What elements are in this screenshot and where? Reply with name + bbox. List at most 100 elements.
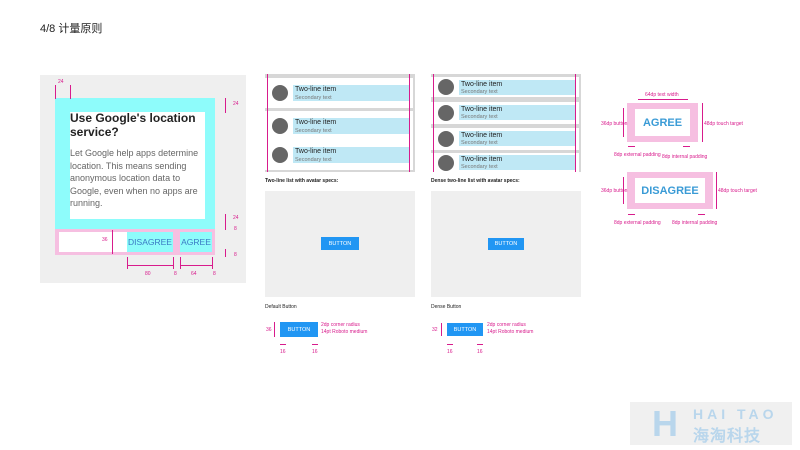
spec-line [698,214,705,215]
list-item-primary: Two-line item [295,148,337,155]
list-item[interactable]: Two-line item Secondary text [265,111,413,141]
dense-button-height-label: 32 [432,327,438,333]
list-item-secondary: Secondary text [295,157,332,163]
list-item[interactable]: Two-line item Secondary text [431,153,579,172]
dialog-button-row-spacer [59,232,127,252]
spec-line [409,74,410,172]
agree-touch-button[interactable]: AGREE [634,108,691,137]
spec-line [212,257,213,269]
spec-line [716,172,717,209]
spec-line [274,322,275,337]
disagree-external-padding-note: 8dp external padding [614,220,661,226]
dialog-title: Use Google's location service? [70,111,196,139]
list-item[interactable]: Two-line item Secondary text [265,78,413,108]
list-item[interactable]: Two-line item Secondary text [431,102,579,124]
spec-line [628,214,635,215]
spec-line [280,344,286,345]
spec-line [173,257,174,269]
avatar [438,155,454,171]
haitao-logo: H HAI TAO 海淘科技 [630,402,792,445]
dense-list-caption: Dense two-line list with avatar specs: [431,178,520,184]
dense-button-caption: Dense Button [431,304,462,310]
list-item-secondary: Secondary text [295,128,332,134]
logo-text-en: HAI TAO [693,406,778,422]
dense-button-spec[interactable]: BUTTON [447,323,483,336]
list-caption: Two-line list with avatar specs: [265,178,339,184]
two-line-list-spec: Two-line item Secondary text Two-line it… [265,74,415,172]
default-button-note-radius: 2dp corner radius [321,322,360,328]
page-title: 4/8 计量原则 [40,23,103,35]
dense-button[interactable]: BUTTON [488,238,524,250]
spec-line [477,344,483,345]
spec-line [312,344,318,345]
spec-line [112,230,113,254]
list-item[interactable]: Two-line item Secondary text [431,77,579,97]
logo-mark: H [652,403,678,444]
default-button-pad-right: 16 [312,349,318,355]
dim-label-80: 80 [145,271,151,277]
disagree-internal-padding-note: 8dp internal padding [672,220,718,226]
dim-label-24-right-mid: 24 [233,215,239,221]
spec-line [628,146,635,147]
disagree-touch-target-note: 48dp touch target [718,188,757,194]
spec-line [225,98,226,113]
spec-line [433,74,434,172]
avatar [438,105,454,121]
list-item[interactable]: Two-line item Secondary text [265,140,413,170]
spec-line [267,74,268,172]
list-item-secondary: Secondary text [461,140,498,146]
default-button-caption: Default Button [265,304,297,310]
list-item-secondary: Secondary text [461,164,498,170]
spec-line [225,249,226,257]
spec-line [575,74,576,172]
default-button-height-label: 36 [266,327,272,333]
agree-external-padding-note: 8dp external padding [614,152,661,158]
default-button-spec[interactable]: BUTTON [280,322,318,337]
agree-touch-target-note: 48dp touch target [704,121,743,127]
dim-label-8a: 8 [234,226,237,232]
list-item[interactable]: Two-line item Secondary text [431,128,579,150]
list-item-secondary: Secondary text [295,95,332,101]
dense-button-preview: BUTTON [431,191,581,297]
spec-line [623,177,624,204]
spec-line [638,99,688,100]
dense-button-note-radius: 2dp corner radius [487,322,526,328]
dim-label-8b: 8 [234,252,237,258]
dialog-spec-panel: Use Google's location service? Let Googl… [40,75,246,283]
agree-text-width-note: 64dp text width [645,92,679,98]
list-item-primary: Two-line item [295,119,337,126]
avatar [272,147,288,163]
spec-line [127,265,173,266]
default-button-preview: BUTTON [265,191,415,297]
spec-line [70,85,71,99]
list-item-secondary: Secondary text [461,114,498,120]
dim-label-8d: 8 [213,271,216,277]
spec-line [127,257,128,269]
avatar [438,131,454,147]
spec-line [180,265,212,266]
avatar [438,79,454,95]
spec-line [225,214,226,230]
spec-line [180,257,181,269]
dense-button-pad-left: 16 [447,349,453,355]
default-button-pad-left: 16 [280,349,286,355]
avatar [272,118,288,134]
list-item-primary: Two-line item [461,81,503,88]
dense-two-line-list-spec: Two-line item Secondary text Two-line it… [431,74,581,172]
dim-label-8c: 8 [174,271,177,277]
spec-line [623,108,624,137]
spec-line [702,103,703,142]
agree-internal-padding-note: 8dp internal padding [662,154,708,160]
list-item-primary: Two-line item [461,156,503,163]
default-button[interactable]: BUTTON [321,237,359,250]
spec-line [441,323,442,336]
dialog-body-text: Let Google help apps determine location.… [70,148,199,208]
list-item-primary: Two-line item [461,106,503,113]
dim-label-64: 64 [191,271,197,277]
disagree-touch-button[interactable]: DISAGREE [634,177,706,204]
spec-line [683,146,690,147]
list-item-secondary: Secondary text [461,89,498,95]
agree-button[interactable]: AGREE [180,232,212,252]
disagree-button[interactable]: DISAGREE [127,232,173,252]
list-item-primary: Two-line item [295,86,337,93]
